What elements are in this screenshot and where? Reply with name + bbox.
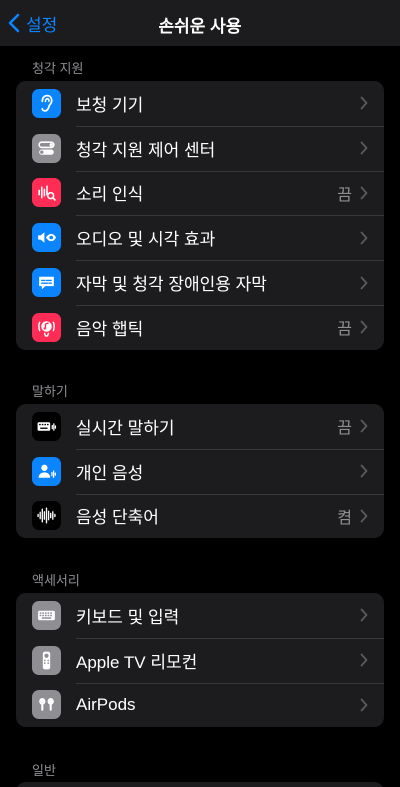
music-haptics-icon (32, 312, 61, 342)
row-personal-voice[interactable]: 개인 음성 (16, 448, 384, 494)
row-label: 음악 햅틱 (76, 319, 144, 339)
chevron-right-icon (360, 464, 368, 478)
row-label: 청각 지원 제어 센터 (76, 140, 216, 160)
row-live-speech[interactable]: 실시간 말하기 끔 (16, 404, 384, 449)
keyboard-icon (32, 600, 61, 630)
airpods-icon (32, 690, 61, 720)
row-label: 보청 기기 (76, 95, 144, 115)
chevron-right-icon (360, 608, 368, 622)
page-title: 손쉬운 사용 (158, 17, 242, 36)
row-control-center[interactable]: 청각 지원 제어 센터 (16, 125, 384, 171)
chevron-right-icon (360, 509, 368, 523)
chevron-right-icon (360, 276, 368, 289)
row-label: 자막 및 청각 장애인용 자막 (76, 275, 267, 295)
section-header-general: 일반 (32, 763, 56, 778)
row-label: 소리 인식 (76, 185, 144, 205)
row-hearing-devices[interactable]: 보청 기기 (16, 81, 384, 126)
chevron-right-icon (360, 653, 368, 667)
row-vocal-shortcuts[interactable]: 음성 단축어 켬 (16, 493, 384, 539)
row-subtitles[interactable]: 자막 및 청각 장애인용 자막 (16, 260, 384, 305)
row-keyboards[interactable]: 키보드 및 입력 (16, 593, 384, 638)
group-general (16, 782, 384, 787)
toggles-icon (32, 133, 61, 163)
chevron-right-icon (360, 419, 368, 433)
row-label: 개인 음성 (76, 463, 144, 483)
speaker-eye-icon (32, 223, 61, 253)
section-header-accessories: 액세서리 (32, 573, 80, 588)
row-label: AirPods (76, 694, 136, 714)
group-speech: 실시간 말하기 끔 개인 음성 음성 단축어 켬 (16, 404, 384, 539)
chevron-right-icon (360, 698, 368, 712)
row-value: 끔 (337, 321, 352, 339)
row-label: 실시간 말하기 (76, 418, 175, 438)
chevron-right-icon (360, 96, 368, 110)
chevron-right-icon (360, 231, 368, 245)
row-value: 끔 (337, 186, 352, 204)
group-accessories: 키보드 및 입력 Apple TV 리모컨 AirPods (16, 593, 384, 728)
waveform-search-icon (32, 178, 61, 208)
row-label: 키보드 및 입력 (76, 607, 180, 627)
row-label: 음성 단축어 (76, 508, 159, 528)
caption-bubble-icon (32, 268, 61, 298)
row-value: 켬 (337, 509, 352, 527)
row-apple-tv-remote[interactable]: Apple TV 리모컨 (16, 637, 384, 683)
chevron-right-icon (360, 141, 368, 155)
keyboard-wave-icon (32, 411, 61, 441)
section-header-speech: 말하기 (32, 384, 68, 399)
row-audio-visual[interactable]: 오디오 및 시각 효과 (16, 215, 384, 260)
person-wave-icon (32, 456, 61, 486)
row-sound-recognition[interactable]: 소리 인식 끔 (16, 170, 384, 216)
row-music-haptics[interactable]: 음악 햅틱 끔 (16, 304, 384, 350)
row-value: 끔 (337, 420, 352, 438)
ear-icon (32, 88, 61, 118)
group-hearing: 보청 기기 청각 지원 제어 센터 소리 인식 끔 오디오 및 시각 효과 자막… (16, 81, 384, 350)
row-label: 오디오 및 시각 효과 (76, 230, 216, 250)
chevron-right-icon (360, 186, 368, 200)
row-airpods[interactable]: AirPods (16, 682, 384, 728)
remote-icon (32, 645, 61, 675)
row-label: Apple TV 리모컨 (76, 652, 198, 672)
waveform-icon (32, 501, 61, 531)
chevron-right-icon (360, 320, 368, 334)
nav-bar: 설정 손쉬운 사용 (0, 0, 400, 46)
section-header-hearing: 청각 지원 (32, 61, 84, 76)
